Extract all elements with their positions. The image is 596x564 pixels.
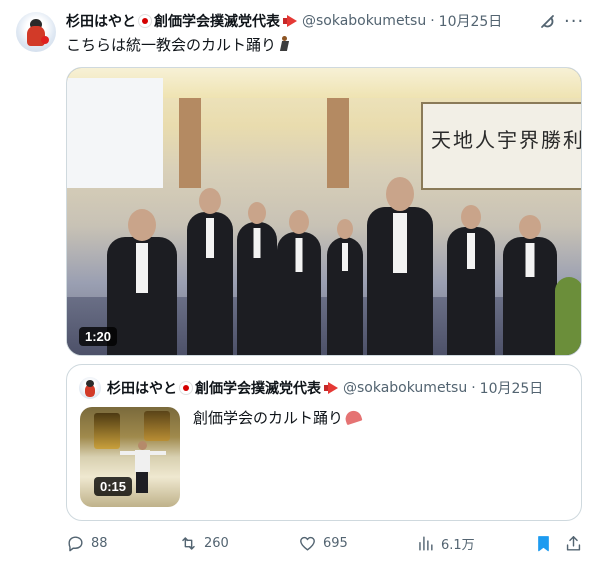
like-button[interactable]: 695 bbox=[298, 530, 348, 556]
quoted-post-date[interactable]: 10月25日 bbox=[480, 378, 544, 398]
tweet-header: 杉田はやと 創価学会撲滅党代表 @sokabokumetsu · 10月25日 bbox=[66, 10, 502, 32]
repost-count: 260 bbox=[204, 535, 229, 551]
reply-icon bbox=[68, 535, 83, 551]
tweet-text-content: こちらは統一教会のカルト踊り bbox=[66, 36, 277, 54]
video-player[interactable]: 天地人宇界勝利 1:20 bbox=[66, 67, 582, 356]
share-button[interactable] bbox=[564, 530, 589, 556]
bookmark-icon bbox=[538, 535, 549, 551]
view-count: 6.1万 bbox=[441, 537, 475, 553]
tweet-text: こちらは統一教会のカルト踊り bbox=[66, 35, 292, 55]
quoted-text-content: 創価学会のカルト踊り bbox=[193, 409, 344, 427]
grok-icon[interactable] bbox=[538, 12, 558, 32]
quoted-video-duration-badge: 0:15 bbox=[94, 477, 133, 496]
separator-dot: · bbox=[430, 13, 435, 29]
like-icon bbox=[300, 536, 315, 551]
quoted-video-thumbnail[interactable]: 0:15 bbox=[80, 407, 180, 507]
megaphone-icon bbox=[323, 381, 339, 395]
quoted-tweet-text: 創価学会のカルト踊り bbox=[193, 408, 361, 428]
quoted-tweet-header: 杉田はやと 創価学会撲滅党代表 @sokabokumetsu · 10月25日 bbox=[107, 377, 543, 399]
video-crowd bbox=[67, 163, 581, 355]
japan-flag-icon bbox=[138, 14, 152, 28]
quoted-tweet[interactable]: 杉田はやと 創価学会撲滅党代表 @sokabokumetsu · 10月25日 0… bbox=[66, 364, 582, 521]
quoted-author-handle[interactable]: @sokabokumetsu bbox=[343, 380, 467, 396]
post-date[interactable]: 10月25日 bbox=[439, 11, 503, 31]
quoted-author-display-name[interactable]: 杉田はやと 創価学会撲滅党代表 bbox=[107, 378, 339, 398]
tweet-actions: 88 260 695 6.1万 bbox=[56, 530, 586, 556]
quoted-author-name-rest[interactable]: 創価学会撲滅党代表 bbox=[195, 381, 321, 397]
banner-text: 天地人宇界勝利 bbox=[431, 128, 582, 152]
author-name-rest[interactable]: 創価学会撲滅党代表 bbox=[154, 14, 280, 30]
views-icon bbox=[419, 535, 433, 551]
fan-emoji-icon bbox=[345, 411, 361, 423]
video-duration-badge: 1:20 bbox=[79, 327, 118, 346]
megaphone-icon bbox=[282, 14, 298, 28]
bookmark-button[interactable] bbox=[534, 530, 559, 556]
like-count: 695 bbox=[323, 535, 348, 551]
views-button[interactable]: 6.1万 bbox=[416, 530, 475, 556]
repost-icon bbox=[182, 536, 195, 550]
japan-flag-icon bbox=[179, 381, 193, 395]
video-frame: 天地人宇界勝利 bbox=[67, 68, 581, 355]
repost-button[interactable]: 260 bbox=[179, 530, 229, 556]
reply-button[interactable]: 88 bbox=[66, 530, 108, 556]
tweet[interactable]: 杉田はやと 創価学会撲滅党代表 @sokabokumetsu · 10月25日 ·… bbox=[0, 0, 596, 564]
author-handle[interactable]: @sokabokumetsu bbox=[302, 13, 426, 29]
author-display-name[interactable]: 杉田はやと 創価学会撲滅党代表 bbox=[66, 11, 298, 31]
author-name-main[interactable]: 杉田はやと bbox=[66, 14, 136, 30]
share-icon bbox=[566, 535, 581, 551]
dancer-emoji-icon bbox=[278, 36, 292, 52]
quoted-author-avatar[interactable] bbox=[79, 377, 101, 399]
author-avatar[interactable] bbox=[16, 12, 56, 52]
more-icon[interactable]: ··· bbox=[564, 12, 584, 32]
separator-dot: · bbox=[471, 380, 476, 396]
quoted-author-name-main[interactable]: 杉田はやと bbox=[107, 381, 177, 397]
reply-count: 88 bbox=[91, 535, 108, 551]
